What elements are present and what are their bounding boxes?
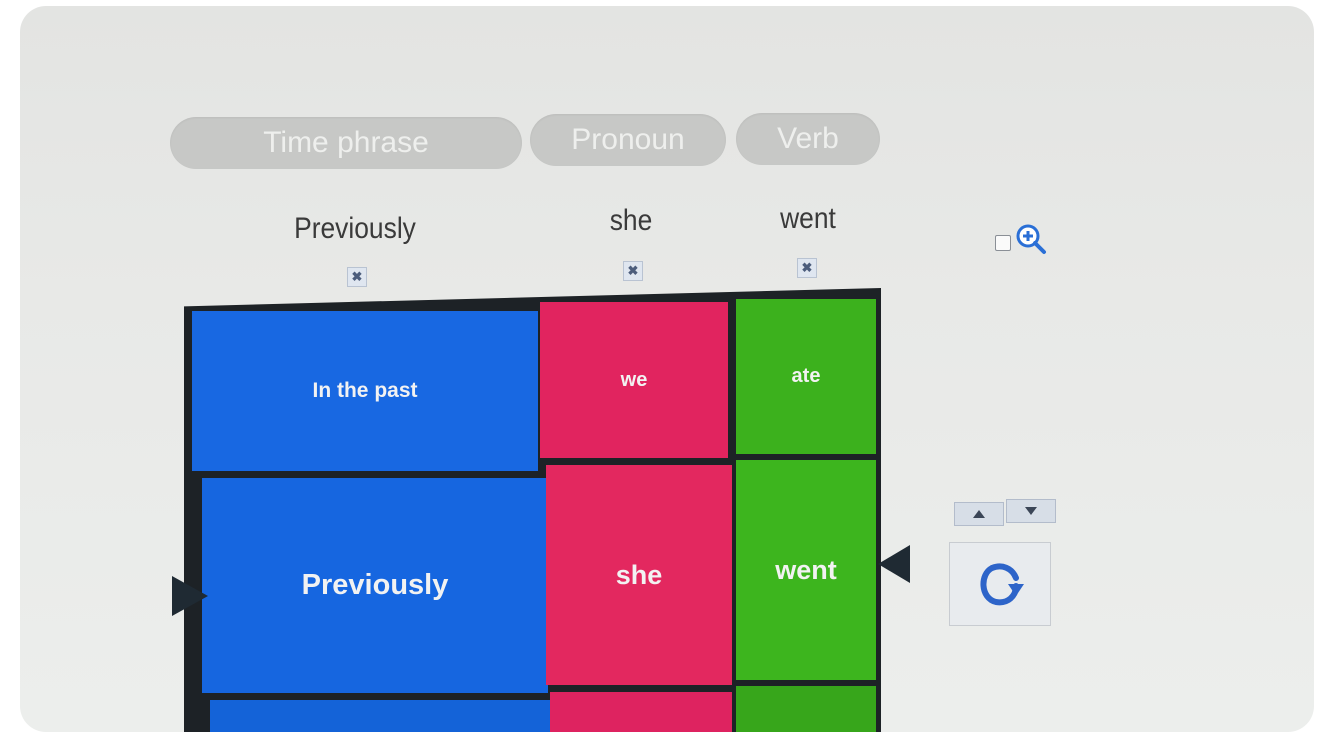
close-icon: ✖ bbox=[627, 263, 639, 278]
right-pointer-icon bbox=[878, 545, 910, 583]
spin-button[interactable] bbox=[949, 542, 1051, 626]
up-arrow-icon bbox=[973, 510, 985, 518]
close-icon: ✖ bbox=[351, 269, 363, 284]
selected-verb: went bbox=[780, 202, 836, 235]
down-arrow-icon bbox=[1025, 507, 1037, 515]
tile-pronoun-she[interactable]: she bbox=[546, 465, 732, 685]
tile-time-phrase-previously[interactable]: Previously bbox=[202, 478, 548, 693]
remove-pronoun-button[interactable]: ✖ bbox=[623, 261, 643, 281]
header-time-phrase: Time phrase bbox=[170, 117, 522, 169]
rotate-icon bbox=[980, 563, 1024, 606]
close-icon: ✖ bbox=[801, 260, 813, 275]
tile-verb-next[interactable] bbox=[736, 686, 876, 732]
tile-verb-ate[interactable]: ate bbox=[736, 299, 876, 454]
header-pronoun: Pronoun bbox=[530, 114, 726, 166]
tile-time-phrase-next[interactable] bbox=[210, 700, 550, 732]
header-verb: Verb bbox=[736, 113, 880, 165]
selected-time-phrase: Previously bbox=[294, 212, 416, 245]
left-pointer-icon bbox=[172, 576, 208, 616]
tile-verb-went[interactable]: went bbox=[736, 460, 876, 680]
up-button[interactable] bbox=[954, 502, 1004, 526]
down-button[interactable] bbox=[1006, 499, 1056, 523]
tile-pronoun-we[interactable]: we bbox=[540, 302, 728, 458]
zoom-checkbox[interactable] bbox=[995, 235, 1011, 251]
zoom-in-icon[interactable] bbox=[1014, 222, 1050, 258]
app-frame: Time phrase Pronoun Verb Previously she … bbox=[20, 6, 1314, 732]
remove-time-phrase-button[interactable]: ✖ bbox=[347, 267, 367, 287]
tile-pronoun-next[interactable] bbox=[550, 692, 732, 732]
selected-pronoun: she bbox=[609, 204, 653, 237]
tile-time-phrase-in-the-past[interactable]: In the past bbox=[192, 311, 538, 471]
remove-verb-button[interactable]: ✖ bbox=[797, 258, 817, 278]
